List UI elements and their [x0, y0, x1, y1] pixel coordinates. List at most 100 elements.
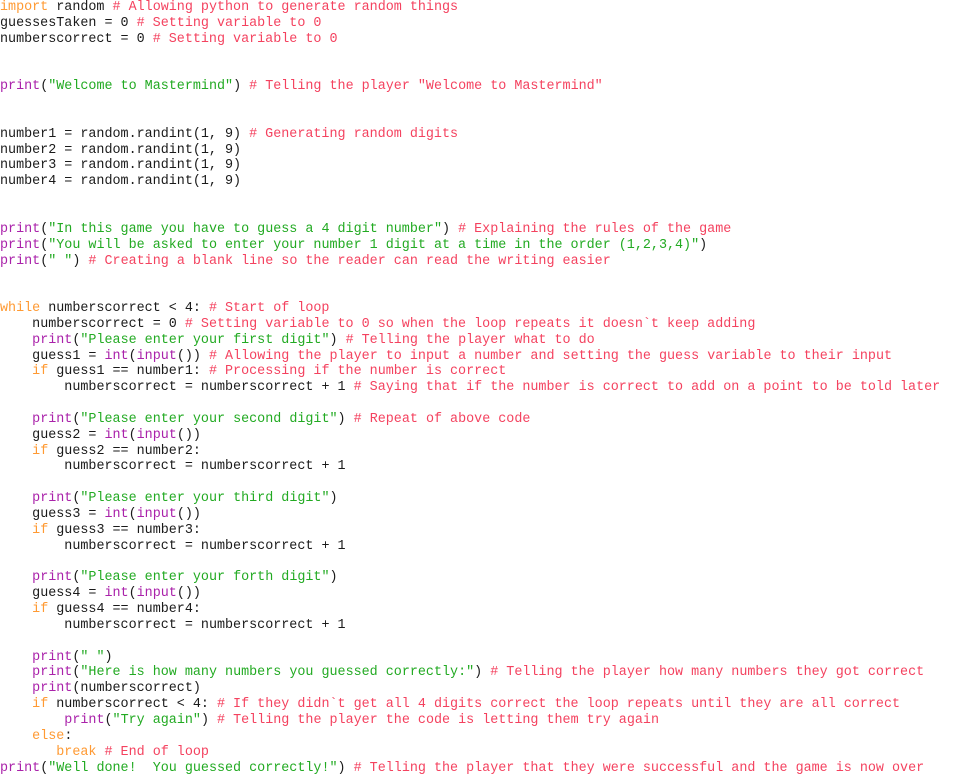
token-plain: (: [129, 586, 137, 601]
code-line: number1 = random.randint(1, 9) # Generat…: [0, 127, 968, 143]
token-keyword: else: [32, 729, 64, 744]
token-comment: # Telling the player the code is letting…: [217, 713, 659, 728]
token-string: "Please enter your forth digit": [80, 570, 329, 585]
code-line: print("Please enter your second digit") …: [0, 412, 968, 428]
code-line: [0, 48, 968, 64]
token-comment: # Allowing the player to input a number …: [209, 349, 892, 364]
token-keyword: import: [0, 0, 48, 15]
token-plain: guessesTaken = 0: [0, 16, 137, 31]
token-plain: ()): [177, 428, 201, 443]
token-string: "Try again": [113, 713, 201, 728]
token-plain: number1 = random.randint(1, 9): [0, 127, 249, 142]
token-builtin: input: [137, 428, 177, 443]
token-plain: (: [129, 507, 137, 522]
token-comment: # If they didn`t get all 4 digits correc…: [217, 697, 900, 712]
code-line: numberscorrect = numberscorrect + 1 # Sa…: [0, 380, 968, 396]
code-indent: [0, 602, 32, 617]
token-plain: guess1 == number1:: [48, 364, 209, 379]
token-string: "You will be asked to enter your number …: [48, 238, 699, 253]
token-plain: guess4 =: [32, 586, 104, 601]
token-builtin: input: [137, 349, 177, 364]
token-plain: ): [105, 650, 113, 665]
token-string: "Please enter your third digit": [80, 491, 329, 506]
token-comment: # Repeat of above code: [354, 412, 531, 427]
token-plain: guess2 == number2:: [48, 444, 201, 459]
token-builtin: print: [0, 222, 40, 237]
code-line: [0, 396, 968, 412]
code-line: [0, 475, 968, 491]
token-builtin: int: [104, 586, 128, 601]
token-builtin: print: [32, 650, 72, 665]
token-plain: numberscorrect = 0: [32, 317, 185, 332]
token-plain: (: [129, 428, 137, 443]
token-keyword: if: [32, 364, 48, 379]
code-line: guess4 = int(input()): [0, 586, 968, 602]
token-plain: ()): [177, 349, 209, 364]
code-indent: [0, 523, 32, 538]
code-indent: [0, 713, 64, 728]
token-plain: numberscorrect < 4:: [48, 697, 217, 712]
token-plain: guess3 == number3:: [48, 523, 201, 538]
code-indent: [0, 650, 32, 665]
token-builtin: print: [32, 333, 72, 348]
code-line: print(" "): [0, 650, 968, 666]
code-line: if guess3 == number3:: [0, 523, 968, 539]
token-plain: numberscorrect < 4:: [40, 301, 209, 316]
token-plain: numberscorrect = numberscorrect + 1: [64, 380, 353, 395]
token-plain: ): [330, 491, 338, 506]
token-plain: ): [474, 665, 490, 680]
token-plain: [96, 745, 104, 760]
token-plain: numberscorrect = numberscorrect + 1: [64, 539, 345, 554]
code-line: print("Well done! You guessed correctly!…: [0, 761, 968, 776]
token-plain: ): [201, 713, 217, 728]
code-line: guess3 = int(input()): [0, 507, 968, 523]
token-plain: ): [330, 570, 338, 585]
code-line: guess2 = int(input()): [0, 428, 968, 444]
token-plain: number3 = random.randint(1, 9): [0, 158, 241, 173]
token-comment: # End of loop: [104, 745, 208, 760]
code-line: [0, 95, 968, 111]
token-builtin: print: [0, 254, 40, 269]
token-plain: ): [338, 761, 354, 776]
token-keyword: if: [32, 697, 48, 712]
token-plain: ): [442, 222, 458, 237]
code-indent: [0, 745, 56, 760]
token-comment: # Explaining the rules of the game: [458, 222, 731, 237]
code-indent: [0, 570, 32, 585]
code-line: numberscorrect = numberscorrect + 1: [0, 539, 968, 555]
token-comment: # Saying that if the number is correct t…: [354, 380, 941, 395]
token-plain: guess4 == number4:: [48, 602, 201, 617]
token-plain: ): [233, 79, 249, 94]
token-comment: # Creating a blank line so the reader ca…: [88, 254, 610, 269]
token-builtin: print: [32, 491, 72, 506]
code-line: [0, 206, 968, 222]
code-indent: [0, 729, 32, 744]
token-plain: (numberscorrect): [72, 681, 201, 696]
token-builtin: print: [32, 681, 72, 696]
code-line: if numberscorrect < 4: # If they didn`t …: [0, 697, 968, 713]
code-indent: [0, 681, 32, 696]
token-plain: ): [338, 412, 354, 427]
code-line: [0, 269, 968, 285]
code-line: if guess1 == number1: # Processing if th…: [0, 364, 968, 380]
token-comment: # Telling the player "Welcome to Masterm…: [249, 79, 603, 94]
token-comment: # Telling the player what to do: [346, 333, 595, 348]
code-line: [0, 634, 968, 650]
code-line: print(numberscorrect): [0, 681, 968, 697]
token-builtin: print: [32, 665, 72, 680]
token-keyword: if: [32, 602, 48, 617]
code-line: number2 = random.randint(1, 9): [0, 143, 968, 159]
code-line: print("In this game you have to guess a …: [0, 222, 968, 238]
token-plain: number2 = random.randint(1, 9): [0, 143, 241, 158]
code-line: print("Welcome to Mastermind") # Telling…: [0, 79, 968, 95]
code-line: print("You will be asked to enter your n…: [0, 238, 968, 254]
token-comment: # Allowing python to generate random thi…: [113, 0, 459, 15]
token-builtin: input: [137, 507, 177, 522]
token-builtin: input: [137, 586, 177, 601]
token-plain: (: [40, 761, 48, 776]
token-plain: ()): [177, 507, 201, 522]
code-line: [0, 63, 968, 79]
code-indent: [0, 412, 32, 427]
token-string: "Please enter your first digit": [80, 333, 329, 348]
code-line: if guess4 == number4:: [0, 602, 968, 618]
